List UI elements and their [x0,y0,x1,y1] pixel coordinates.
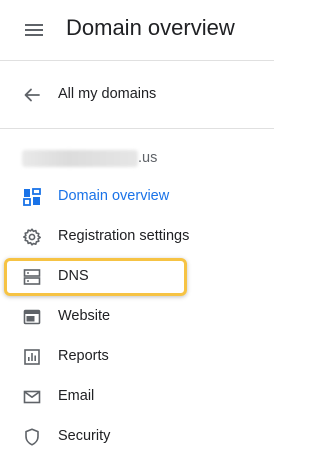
arrow-back-icon [22,85,42,105]
nav-item-label: Registration settings [58,228,190,244]
bar-chart-icon [22,347,42,367]
email-icon [22,387,42,407]
app-header: Domain overview [0,0,274,60]
nav-item-registration-settings[interactable]: Registration settings [0,218,274,256]
nav-item-domain-overview[interactable]: Domain overview [0,178,274,216]
dns-icon [22,267,42,287]
header-divider [0,60,274,61]
section-divider [0,128,274,129]
nav-item-reports[interactable]: Reports [0,338,274,376]
nav-item-label: DNS [58,268,89,284]
domain-tld: .us [138,150,158,166]
redacted-domain-name [22,150,138,167]
back-to-all-domains-link[interactable]: All my domains [0,76,274,114]
gear-icon [22,227,42,247]
nav-item-email[interactable]: Email [0,378,274,416]
hamburger-menu-icon[interactable] [22,20,46,40]
nav-item-dns[interactable]: DNS [0,258,274,296]
nav-item-label: Security [58,428,111,444]
back-label: All my domains [58,86,157,102]
web-icon [22,307,42,327]
nav-item-label: Website [58,308,111,324]
shield-icon [22,427,42,447]
nav-item-label: Reports [58,348,109,364]
page-title: Domain overview [66,15,235,40]
domain-name: .us [0,146,274,172]
nav-item-security[interactable]: Security [0,418,274,456]
nav-item-label: Email [58,388,95,404]
nav-item-website[interactable]: Website [0,298,274,336]
nav-item-label: Domain overview [58,188,170,204]
dashboard-icon [22,187,42,207]
